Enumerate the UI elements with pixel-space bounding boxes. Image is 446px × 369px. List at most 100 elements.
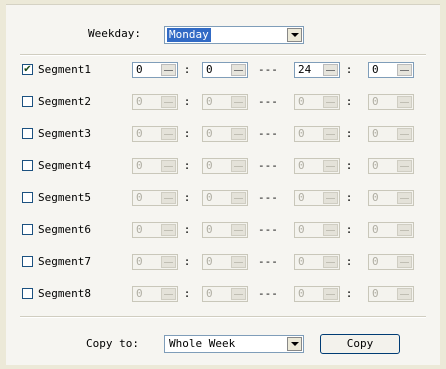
spin-arrows-icon[interactable] (323, 288, 338, 300)
start-minute-spinner-value: 0 (206, 95, 213, 108)
spin-arrows-icon[interactable] (231, 192, 246, 204)
spin-arrows-icon[interactable] (161, 224, 176, 236)
segment-row: Segment2 0: 0 --- 0: 0 (6, 92, 440, 112)
spin-arrows-icon[interactable] (161, 64, 176, 76)
chevron-down-icon[interactable] (287, 28, 302, 42)
spin-arrows-icon[interactable] (397, 224, 412, 236)
end-minute-spinner-value: 0 (372, 223, 379, 236)
copy-button[interactable]: Copy (320, 334, 400, 354)
time-colon: : (183, 191, 191, 204)
end-hour-spinner[interactable]: 24 (294, 62, 340, 78)
spin-arrows-icon[interactable] (161, 288, 176, 300)
spin-arrows-icon[interactable] (231, 64, 246, 76)
end-hour-spinner[interactable]: 0 (294, 254, 340, 270)
end-minute-spinner-value: 0 (372, 63, 379, 76)
spin-arrows-icon[interactable] (397, 288, 412, 300)
segment-checkbox[interactable]: ✔ (22, 64, 33, 75)
end-hour-spinner[interactable]: 0 (294, 222, 340, 238)
start-minute-spinner[interactable]: 0 (202, 62, 248, 78)
segment-checkbox[interactable] (22, 128, 33, 139)
start-hour-spinner[interactable]: 0 (132, 62, 178, 78)
segment-checkbox[interactable] (22, 160, 33, 171)
weekday-value: Monday (167, 28, 211, 42)
start-minute-spinner[interactable]: 0 (202, 254, 248, 270)
range-dash: --- (258, 95, 278, 108)
range-dash: --- (258, 223, 278, 236)
spin-arrows-icon[interactable] (397, 64, 412, 76)
end-minute-spinner[interactable]: 0 (368, 222, 414, 238)
end-minute-spinner[interactable]: 0 (368, 254, 414, 270)
end-hour-spinner[interactable]: 0 (294, 286, 340, 302)
spin-arrows-icon[interactable] (231, 128, 246, 140)
spin-arrows-icon[interactable] (323, 256, 338, 268)
spin-arrows-icon[interactable] (323, 96, 338, 108)
spin-arrows-icon[interactable] (397, 128, 412, 140)
spin-arrows-icon[interactable] (161, 192, 176, 204)
end-minute-spinner[interactable]: 0 (368, 62, 414, 78)
time-colon: : (345, 191, 353, 204)
segment-checkbox[interactable] (22, 96, 33, 107)
start-hour-spinner[interactable]: 0 (132, 286, 178, 302)
spin-arrows-icon[interactable] (323, 192, 338, 204)
end-hour-spinner[interactable]: 0 (294, 94, 340, 110)
spin-arrows-icon[interactable] (397, 96, 412, 108)
segment-label: Segment8 (38, 287, 91, 300)
spin-arrows-icon[interactable] (323, 160, 338, 172)
end-hour-spinner[interactable]: 0 (294, 126, 340, 142)
start-minute-spinner-value: 0 (206, 255, 213, 268)
segment-checkbox[interactable] (22, 224, 33, 235)
start-hour-spinner[interactable]: 0 (132, 190, 178, 206)
end-hour-spinner-value: 0 (298, 95, 305, 108)
spin-arrows-icon[interactable] (231, 256, 246, 268)
spin-arrows-icon[interactable] (161, 128, 176, 140)
segment-checkbox[interactable] (22, 256, 33, 267)
start-minute-spinner[interactable]: 0 (202, 286, 248, 302)
spin-arrows-icon[interactable] (231, 160, 246, 172)
spin-arrows-icon[interactable] (397, 256, 412, 268)
weekday-dropdown[interactable]: Monday (164, 26, 304, 44)
weekday-label: Weekday: (88, 27, 141, 40)
end-minute-spinner[interactable]: 0 (368, 286, 414, 302)
start-hour-spinner-value: 0 (136, 223, 143, 236)
start-minute-spinner[interactable]: 0 (202, 126, 248, 142)
copy-to-dropdown[interactable]: Whole Week (164, 335, 304, 353)
spin-arrows-icon[interactable] (231, 288, 246, 300)
time-colon: : (183, 95, 191, 108)
start-hour-spinner[interactable]: 0 (132, 158, 178, 174)
range-dash: --- (258, 63, 278, 76)
segment-label: Segment6 (38, 223, 91, 236)
start-hour-spinner[interactable]: 0 (132, 254, 178, 270)
end-minute-spinner[interactable]: 0 (368, 126, 414, 142)
chevron-down-icon[interactable] (287, 337, 302, 351)
spin-arrows-icon[interactable] (397, 192, 412, 204)
start-minute-spinner[interactable]: 0 (202, 190, 248, 206)
spin-arrows-icon[interactable] (323, 224, 338, 236)
spin-arrows-icon[interactable] (231, 96, 246, 108)
end-hour-spinner[interactable]: 0 (294, 158, 340, 174)
start-minute-spinner[interactable]: 0 (202, 158, 248, 174)
end-minute-spinner-value: 0 (372, 127, 379, 140)
spin-arrows-icon[interactable] (161, 96, 176, 108)
start-hour-spinner[interactable]: 0 (132, 126, 178, 142)
divider-bottom (20, 316, 426, 318)
spin-arrows-icon[interactable] (161, 256, 176, 268)
spin-arrows-icon[interactable] (161, 160, 176, 172)
end-minute-spinner[interactable]: 0 (368, 190, 414, 206)
segment-row: Segment4 0: 0 --- 0: 0 (6, 156, 440, 176)
end-minute-spinner[interactable]: 0 (368, 158, 414, 174)
end-hour-spinner[interactable]: 0 (294, 190, 340, 206)
spin-arrows-icon[interactable] (231, 224, 246, 236)
end-minute-spinner-value: 0 (372, 287, 379, 300)
end-hour-spinner-value: 0 (298, 127, 305, 140)
spin-arrows-icon[interactable] (323, 64, 338, 76)
segment-checkbox[interactable] (22, 192, 33, 203)
start-hour-spinner[interactable]: 0 (132, 94, 178, 110)
end-minute-spinner[interactable]: 0 (368, 94, 414, 110)
segment-checkbox[interactable] (22, 288, 33, 299)
start-minute-spinner[interactable]: 0 (202, 94, 248, 110)
spin-arrows-icon[interactable] (323, 128, 338, 140)
start-minute-spinner[interactable]: 0 (202, 222, 248, 238)
spin-arrows-icon[interactable] (397, 160, 412, 172)
start-hour-spinner[interactable]: 0 (132, 222, 178, 238)
end-hour-spinner-value: 0 (298, 191, 305, 204)
